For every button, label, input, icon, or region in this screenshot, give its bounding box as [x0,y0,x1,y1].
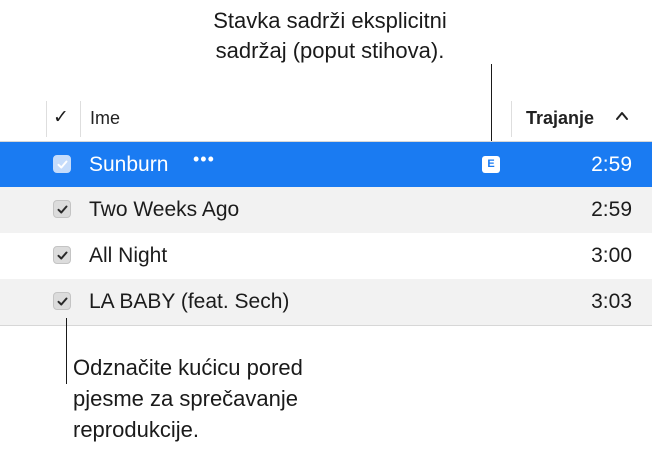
checkmark-icon [57,251,68,260]
song-duration: 2:59 [591,198,632,221]
table-row[interactable]: Sunburn ••• E 2:59 [0,142,652,187]
song-duration: 3:03 [591,290,632,313]
song-duration: 3:00 [591,244,632,267]
checkmark-icon [57,205,68,214]
column-header-check[interactable]: ✓ [53,106,69,129]
explicit-callout-line2: sadržaj (poput stihova). [215,38,445,63]
column-divider[interactable] [80,101,81,137]
song-title: Sunburn [89,153,169,176]
table-header: ✓ Ime Trajanje [0,95,652,142]
song-checkbox[interactable] [53,200,71,218]
song-duration: 2:59 [591,153,632,176]
checkmark-icon [57,160,68,169]
song-title: All Night [89,244,168,267]
checkbox-callout-line3: reprodukcije. [73,417,199,442]
table-row[interactable]: LA BABY (feat. Sech) 3:03 [0,279,652,325]
table-row[interactable]: All Night 3:00 [0,233,652,279]
column-header-duration[interactable]: Trajanje [526,108,594,129]
column-divider[interactable] [511,101,512,137]
chevron-up-icon[interactable] [615,110,629,122]
explicit-callout: Stavka sadrži eksplicitni sadržaj (poput… [150,6,510,66]
song-checkbox[interactable] [53,155,71,173]
explicit-badge: E [482,156,500,173]
explicit-callout-line1: Stavka sadrži eksplicitni [213,8,447,33]
checkbox-callout-line1: Odznačite kućicu pored [73,355,303,380]
checkbox-callout-line2: pjesme za sprečavanje [73,386,299,411]
checkbox-callout-leader [66,318,67,384]
song-checkbox[interactable] [53,246,71,264]
checkmark-icon [57,297,68,306]
column-header-name[interactable]: Ime [90,108,120,129]
song-title: Two Weeks Ago [89,198,240,221]
checkbox-callout: Odznačite kućicu pored pjesme za sprečav… [73,352,413,445]
song-table: ✓ Ime Trajanje Sunburn ••• E 2:59 Two We… [0,95,652,326]
table-row[interactable]: Two Weeks Ago 2:59 [0,187,652,233]
song-checkbox[interactable] [53,292,71,310]
column-divider[interactable] [46,101,47,137]
table-bottom-border [0,325,652,326]
more-options-button[interactable]: ••• [193,149,215,170]
song-title: LA BABY (feat. Sech) [89,290,290,313]
